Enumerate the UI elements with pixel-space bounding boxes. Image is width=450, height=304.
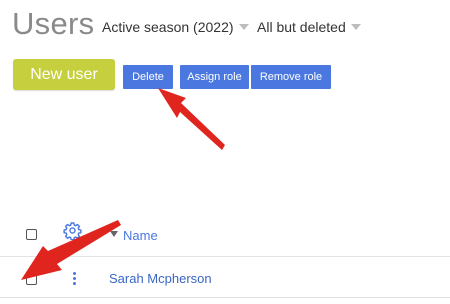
season-filter-dropdown[interactable]: Active season (2022): [102, 19, 249, 35]
row-divider: [0, 297, 450, 298]
new-user-button[interactable]: New user: [13, 59, 115, 90]
column-header-name[interactable]: Name: [123, 228, 158, 243]
chevron-down-icon: [238, 24, 249, 30]
season-filter-label: Active season (2022): [102, 19, 234, 35]
page-title: Users: [12, 6, 95, 41]
annotation-arrow-icon: [158, 88, 225, 150]
annotation-arrow-icon: [21, 220, 121, 280]
chevron-down-icon: [350, 24, 361, 30]
status-filter-label: All but deleted: [257, 19, 346, 35]
remove-role-button[interactable]: Remove role: [251, 65, 331, 89]
status-filter-dropdown[interactable]: All but deleted: [257, 19, 361, 35]
